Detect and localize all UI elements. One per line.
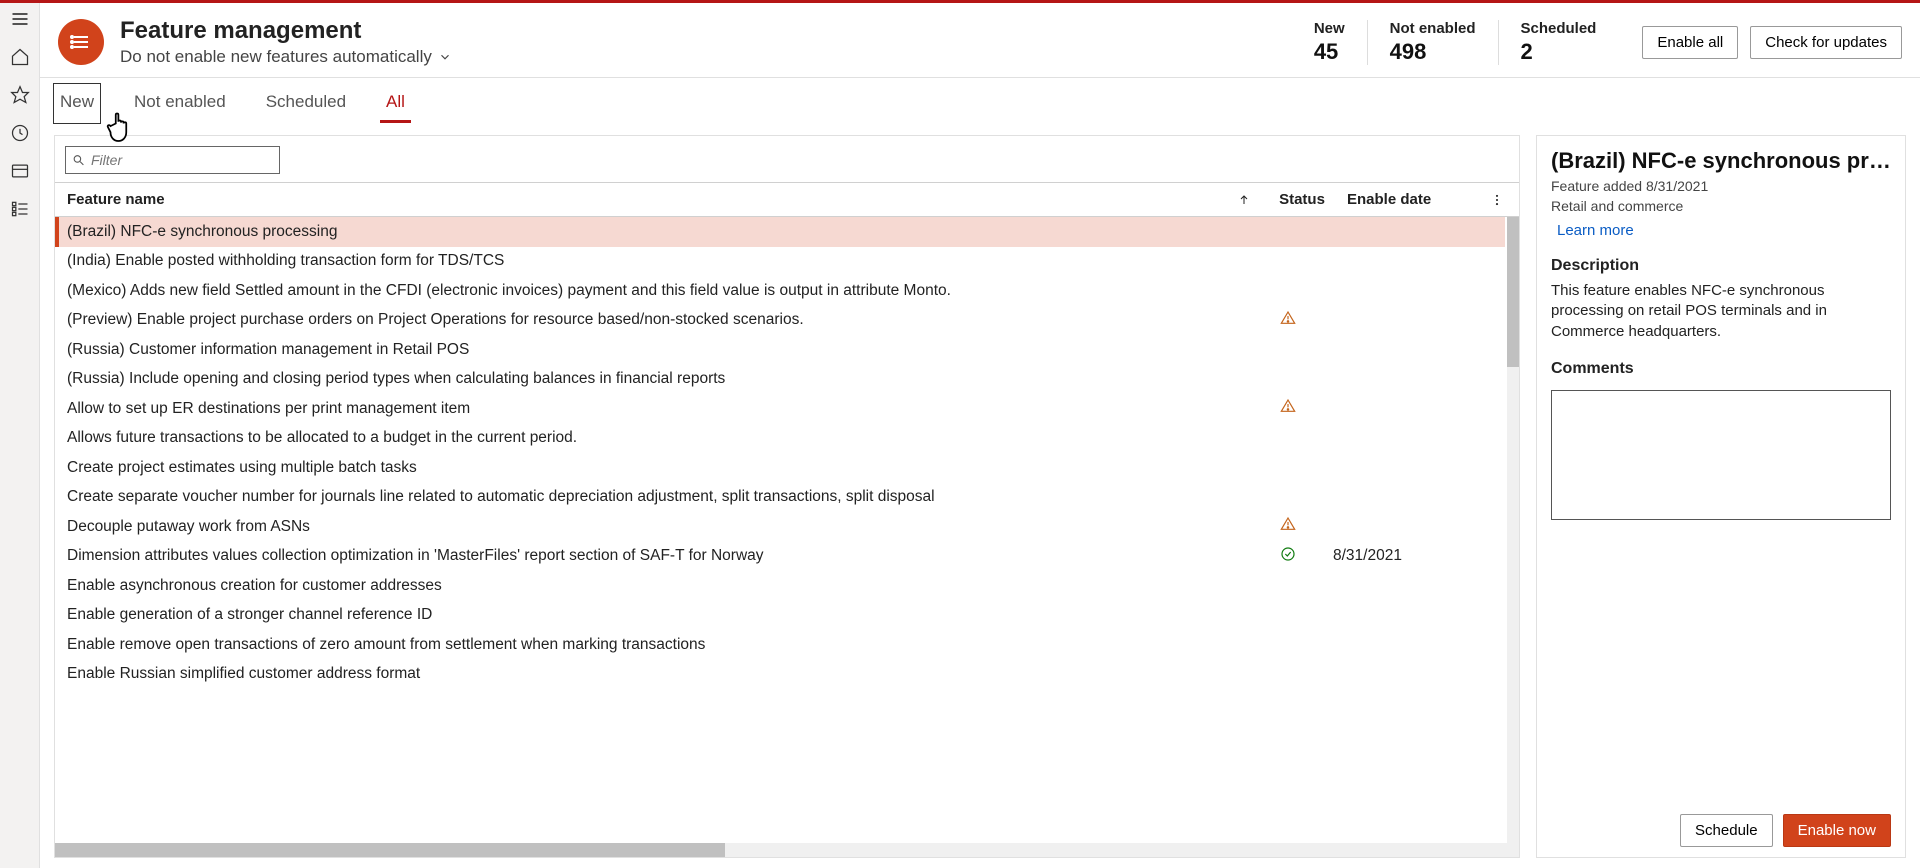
tab-scheduled[interactable]: Scheduled [260, 84, 352, 123]
feature-name-cell: Create project estimates using multiple … [67, 459, 1217, 477]
status-cell [1243, 398, 1333, 419]
table-row[interactable]: Enable asynchronous creation for custome… [55, 571, 1505, 601]
modules-icon[interactable] [10, 199, 30, 219]
table-row[interactable]: Dimension attributes values collection o… [55, 542, 1505, 572]
comments-heading: Comments [1551, 360, 1891, 378]
feature-name-cell: Enable generation of a stronger channel … [67, 606, 1217, 624]
table-row[interactable]: Decouple putaway work from ASNs [55, 512, 1505, 542]
table-row[interactable]: (Mexico) Adds new field Settled amount i… [55, 276, 1505, 306]
metric-new[interactable]: New 45 [1292, 20, 1368, 65]
enable-date-cell: 8/31/2021 [1333, 547, 1473, 565]
tab-new[interactable]: New [54, 84, 100, 123]
feature-management-icon [58, 19, 104, 65]
column-enable-date[interactable]: Enable date [1347, 191, 1487, 208]
table-row[interactable]: (Russia) Include opening and closing per… [55, 365, 1505, 395]
feature-name-cell: Create separate voucher number for journ… [67, 488, 1217, 506]
feature-name-cell: (Preview) Enable project purchase orders… [67, 311, 1217, 329]
detail-module: Retail and commerce [1551, 198, 1891, 214]
status-cell [1243, 310, 1333, 331]
description-text: This feature enables NFC-e synchronous p… [1551, 281, 1891, 342]
auto-enable-dropdown[interactable]: Do not enable new features automatically [120, 47, 452, 67]
feature-name-cell: Enable asynchronous creation for custome… [67, 577, 1217, 595]
status-cell [1243, 546, 1333, 567]
feature-name-cell: Allow to set up ER destinations per prin… [67, 400, 1217, 418]
status-cell [1243, 516, 1333, 537]
feature-name-cell: Decouple putaway work from ASNs [67, 518, 1217, 536]
enable-all-button[interactable]: Enable all [1642, 26, 1738, 59]
search-icon [72, 153, 85, 167]
feature-name-cell: (Russia) Customer information management… [67, 341, 1217, 359]
feature-name-cell: Dimension attributes values collection o… [67, 547, 1217, 565]
column-menu-icon[interactable] [1487, 193, 1507, 207]
workspace-icon[interactable] [10, 161, 30, 181]
chevron-down-icon [438, 50, 452, 64]
detail-added-date: Feature added 8/31/2021 [1551, 178, 1891, 194]
enable-now-button[interactable]: Enable now [1783, 814, 1891, 847]
home-icon[interactable] [10, 47, 30, 67]
filter-input[interactable] [91, 152, 273, 168]
learn-more-link[interactable]: Learn more [1557, 222, 1891, 239]
check-updates-button[interactable]: Check for updates [1750, 26, 1902, 59]
schedule-button[interactable]: Schedule [1680, 814, 1773, 847]
feature-name-cell: (India) Enable posted withholding transa… [67, 252, 1217, 270]
feature-name-cell: Enable remove open transactions of zero … [67, 636, 1217, 654]
tab-not-enabled[interactable]: Not enabled [128, 84, 232, 123]
table-row[interactable]: Allows future transactions to be allocat… [55, 424, 1505, 454]
comments-textarea[interactable] [1551, 390, 1891, 520]
table-row[interactable]: (Brazil) NFC-e synchronous processing [55, 217, 1505, 247]
feature-name-cell: (Russia) Include opening and closing per… [67, 370, 1217, 388]
feature-name-cell: (Mexico) Adds new field Settled amount i… [67, 282, 1217, 300]
tab-all[interactable]: All [380, 84, 411, 123]
column-status[interactable]: Status [1257, 191, 1347, 208]
horizontal-scrollbar[interactable] [55, 843, 1519, 857]
table-row[interactable]: Enable remove open transactions of zero … [55, 630, 1505, 660]
page-title: Feature management [120, 17, 452, 45]
feature-name-cell: Allows future transactions to be allocat… [67, 429, 1217, 447]
metric-scheduled[interactable]: Scheduled 2 [1499, 20, 1619, 65]
table-row[interactable]: (India) Enable posted withholding transa… [55, 247, 1505, 277]
sort-asc-icon[interactable] [1231, 194, 1257, 206]
detail-title: (Brazil) NFC-e synchronous proce... [1551, 148, 1891, 174]
table-row[interactable]: Allow to set up ER destinations per prin… [55, 394, 1505, 424]
recent-icon[interactable] [10, 123, 30, 143]
table-row[interactable]: Enable generation of a stronger channel … [55, 601, 1505, 631]
table-row[interactable]: (Preview) Enable project purchase orders… [55, 306, 1505, 336]
filter-box[interactable] [65, 146, 280, 174]
table-row[interactable]: Create separate voucher number for journ… [55, 483, 1505, 513]
column-feature-name[interactable]: Feature name [67, 191, 1231, 208]
vertical-scrollbar[interactable] [1507, 217, 1519, 843]
star-icon[interactable] [10, 85, 30, 105]
auto-enable-label: Do not enable new features automatically [120, 47, 432, 67]
table-row[interactable]: Create project estimates using multiple … [55, 453, 1505, 483]
metric-not-enabled[interactable]: Not enabled 498 [1368, 20, 1499, 65]
table-row[interactable]: Enable Russian simplified customer addre… [55, 660, 1505, 690]
feature-name-cell: (Brazil) NFC-e synchronous processing [67, 223, 1217, 241]
description-heading: Description [1551, 257, 1891, 275]
table-row[interactable]: (Russia) Customer information management… [55, 335, 1505, 365]
hamburger-icon[interactable] [10, 9, 30, 29]
feature-name-cell: Enable Russian simplified customer addre… [67, 665, 1217, 683]
